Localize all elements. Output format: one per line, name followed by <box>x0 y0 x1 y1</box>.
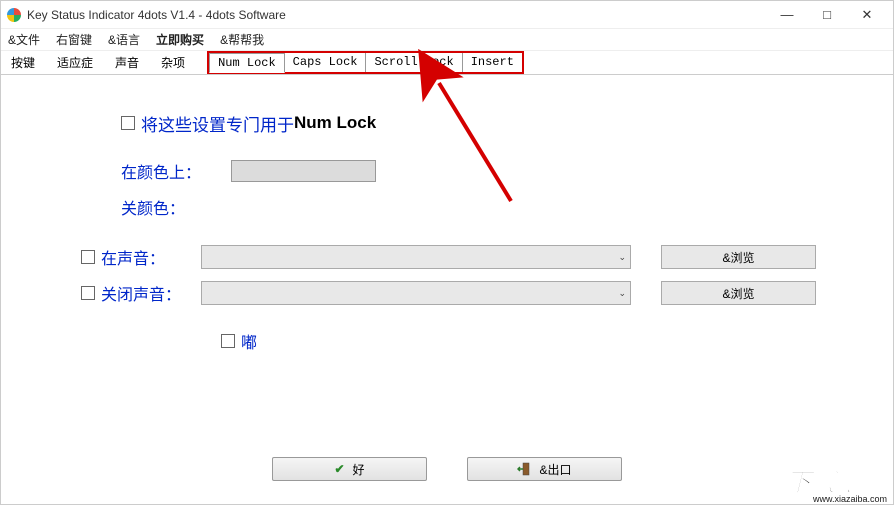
check-icon: ✔ <box>334 462 344 476</box>
minimize-button[interactable]: — <box>767 2 807 28</box>
window-title: Key Status Indicator 4dots V1.4 - 4dots … <box>27 8 767 22</box>
beep-checkbox[interactable] <box>221 334 235 348</box>
keytab-numlock[interactable]: Num Lock <box>209 53 285 73</box>
watermark-url: www.xiazaiba.com <box>813 494 887 504</box>
window-controls: — □ ✕ <box>767 2 887 28</box>
on-sound-label: 在声音： <box>101 245 201 269</box>
settings-panel: 将这些设置专门用于 Num Lock 在颜色上： 关颜色： 在声音： ⌄ &浏览… <box>1 75 893 373</box>
tab-misc[interactable]: 杂项 <box>155 51 191 74</box>
keytab-capslock[interactable]: Caps Lock <box>285 53 367 72</box>
ok-button-label: 好 <box>353 461 365 478</box>
menubar: &文件 右窗键 &语言 立即购买 &帮帮我 <box>1 29 893 51</box>
on-color-label: 在颜色上： <box>121 159 221 183</box>
bottom-bar: ✔ 好 &出口 <box>1 454 893 484</box>
off-sound-checkbox[interactable] <box>81 286 95 300</box>
menu-rightkey[interactable]: 右窗键 <box>53 29 95 50</box>
app-icon <box>7 8 21 22</box>
on-color-swatch[interactable] <box>231 160 376 182</box>
maximize-button[interactable]: □ <box>807 2 847 28</box>
off-sound-combo[interactable]: ⌄ <box>201 281 631 305</box>
keytab-scrolllock[interactable]: Scroll Lock <box>366 53 462 72</box>
tab-keys[interactable]: 按键 <box>5 51 41 74</box>
menu-language[interactable]: &语言 <box>105 29 143 50</box>
tab-indications[interactable]: 适应症 <box>51 51 99 74</box>
exit-button[interactable]: &出口 <box>467 457 622 481</box>
chevron-down-icon: ⌄ <box>618 252 626 263</box>
dedicate-label-prefix: 将这些设置专门用于 <box>141 111 294 136</box>
keytab-insert[interactable]: Insert <box>463 53 522 72</box>
dedicate-checkbox[interactable] <box>121 116 135 130</box>
menu-help[interactable]: &帮帮我 <box>217 29 267 50</box>
on-sound-browse-button[interactable]: &浏览 <box>661 245 816 269</box>
dedicate-label-key: Num Lock <box>294 113 376 133</box>
titlebar: Key Status Indicator 4dots V1.4 - 4dots … <box>1 1 893 29</box>
door-icon <box>517 462 531 476</box>
tabbar: 按键 适应症 声音 杂项 Num Lock Caps Lock Scroll L… <box>1 51 893 75</box>
close-button[interactable]: ✕ <box>847 2 887 28</box>
on-sound-checkbox[interactable] <box>81 250 95 264</box>
beep-label: 嘟 <box>241 329 341 353</box>
off-sound-label: 关闭声音： <box>101 281 201 305</box>
chevron-down-icon: ⌄ <box>618 288 626 299</box>
menu-buynow[interactable]: 立即购买 <box>153 29 207 50</box>
menu-file[interactable]: &文件 <box>5 29 43 50</box>
key-tabs-highlight: Num Lock Caps Lock Scroll Lock Insert <box>207 51 524 74</box>
off-color-label: 关颜色： <box>121 195 221 219</box>
tab-sound[interactable]: 声音 <box>109 51 145 74</box>
exit-button-label: &出口 <box>539 461 571 478</box>
on-sound-combo[interactable]: ⌄ <box>201 245 631 269</box>
off-sound-browse-button[interactable]: &浏览 <box>661 281 816 305</box>
ok-button[interactable]: ✔ 好 <box>272 457 427 481</box>
